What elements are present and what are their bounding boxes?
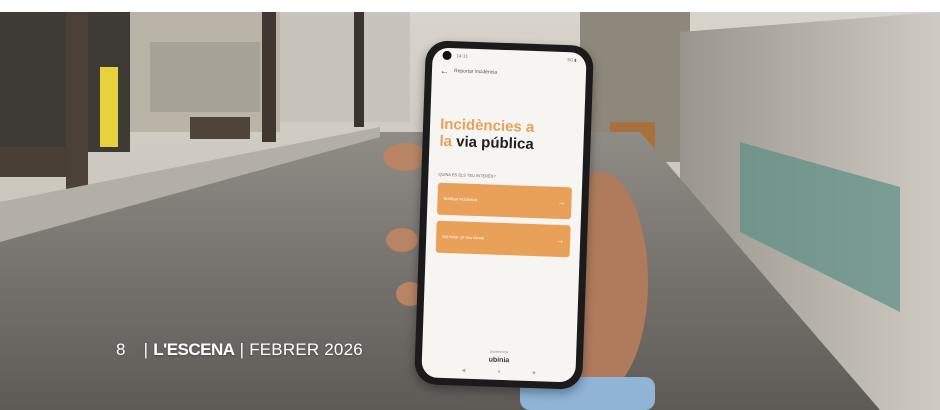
fountain-mist [150,42,260,112]
building-center [280,12,410,122]
question-label: QUINA ÉS ELS TEU INTERÈS? [438,171,496,179]
footer-separator: | [143,340,149,359]
bench [0,147,70,177]
finger [383,143,427,171]
option-label: Notificar incidència [443,195,478,203]
page-number: 8 [116,340,126,359]
brand-logo: ubinia [488,356,510,365]
bench [190,117,250,139]
phone-screen: 14:31 5G ▮ ← Reportar incidència Incidèn… [421,47,587,383]
nav-recents-icon[interactable]: ■ [532,370,535,376]
headline-line-2: la via pública [439,133,584,155]
arrow-right-icon: → [555,235,565,246]
issue-date: FEBRER 2026 [249,340,363,359]
magazine-footer: 8 | L'ESCENA | FEBRER 2026 [116,340,368,360]
footer-separator: | [239,340,245,359]
notify-incident-button[interactable]: Notificar incidència → [436,182,573,220]
yellow-post [100,67,118,147]
arrow-left-icon[interactable]: ← [440,66,454,76]
option-label: Sol·licitar un nou servei [442,233,484,241]
tree-trunk [262,12,276,142]
camera-icon [442,50,452,60]
tree-trunk [354,12,364,127]
arrow-right-icon: → [557,197,566,208]
request-service-button[interactable]: Sol·licitar un nou servei → [435,220,571,258]
android-nav-bar: ◀ ● ■ [461,368,535,377]
app-headline: Incidències a la via pública [439,116,584,155]
app-title: Reportar incidència [453,68,498,76]
headline-via-publica: via pública [455,133,534,153]
nav-back-icon[interactable]: ◀ [461,368,465,374]
finger [386,228,418,252]
status-time: 14:31 [456,52,469,59]
magazine-name: L'ESCENA [153,340,235,359]
signal-battery-icons: 5G ▮ [567,56,577,62]
smartphone: 14:31 5G ▮ ← Reportar incidència Incidèn… [414,40,594,390]
headline-word-la: la [439,132,453,151]
nav-home-icon[interactable]: ● [497,369,500,375]
